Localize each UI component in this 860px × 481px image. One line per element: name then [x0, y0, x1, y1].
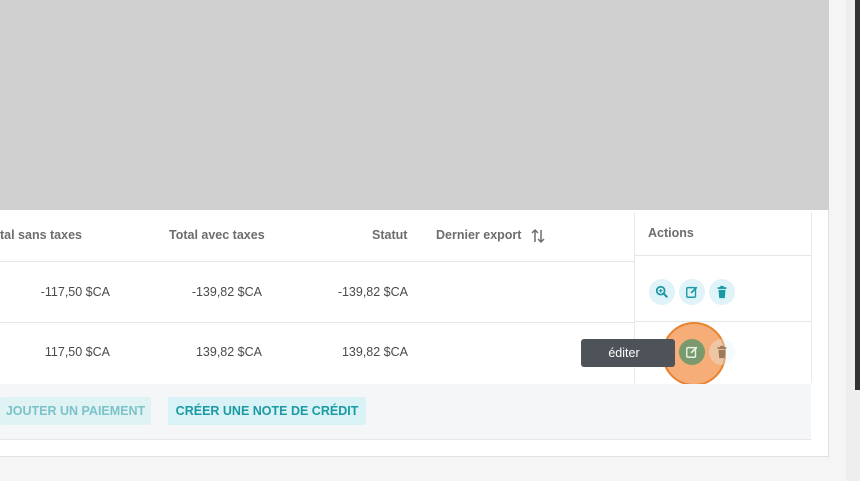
trash-icon	[717, 345, 727, 359]
row1-total-incl: -139,82 $CA	[191, 285, 262, 299]
edit-tooltip: éditer	[581, 339, 675, 367]
header-total-excl: tal sans taxes	[0, 228, 82, 242]
row2-status: 139,82 $CA	[341, 345, 408, 359]
row1-edit-button[interactable]	[679, 279, 705, 305]
header-actions: Actions	[648, 226, 694, 240]
header-last-export[interactable]: Dernier export	[436, 228, 521, 242]
zoom-in-icon	[655, 285, 668, 298]
scrollbar[interactable]	[855, 0, 860, 390]
row1-status: -139,82 $CA	[337, 285, 408, 299]
header-total-incl: Total avec taxes	[169, 228, 265, 242]
row2-total-excl: 117,50 $CA	[44, 345, 110, 359]
edit-icon	[686, 286, 698, 298]
row1-view-button[interactable]	[649, 279, 675, 305]
row2-delete-button[interactable]	[709, 339, 735, 365]
modal-overlay-area	[0, 0, 829, 210]
trash-icon	[717, 285, 727, 299]
actions-row-divider	[635, 321, 811, 322]
row1-delete-button[interactable]	[709, 279, 735, 305]
edit-icon	[686, 346, 698, 358]
tooltip-text: éditer	[608, 346, 640, 360]
sort-icon[interactable]	[530, 228, 546, 244]
row2-edit-button[interactable]	[679, 339, 705, 365]
actions-header-divider	[635, 255, 811, 256]
add-payment-button[interactable]: JOUTER UN PAIEMENT	[0, 397, 151, 425]
row1-total-excl: -117,50 $CA	[40, 285, 110, 299]
header-status: Statut	[372, 228, 408, 242]
row2-total-incl: 139,82 $CA	[195, 345, 262, 359]
create-credit-note-button[interactable]: CRÉER UNE NOTE DE CRÉDIT	[168, 397, 366, 425]
